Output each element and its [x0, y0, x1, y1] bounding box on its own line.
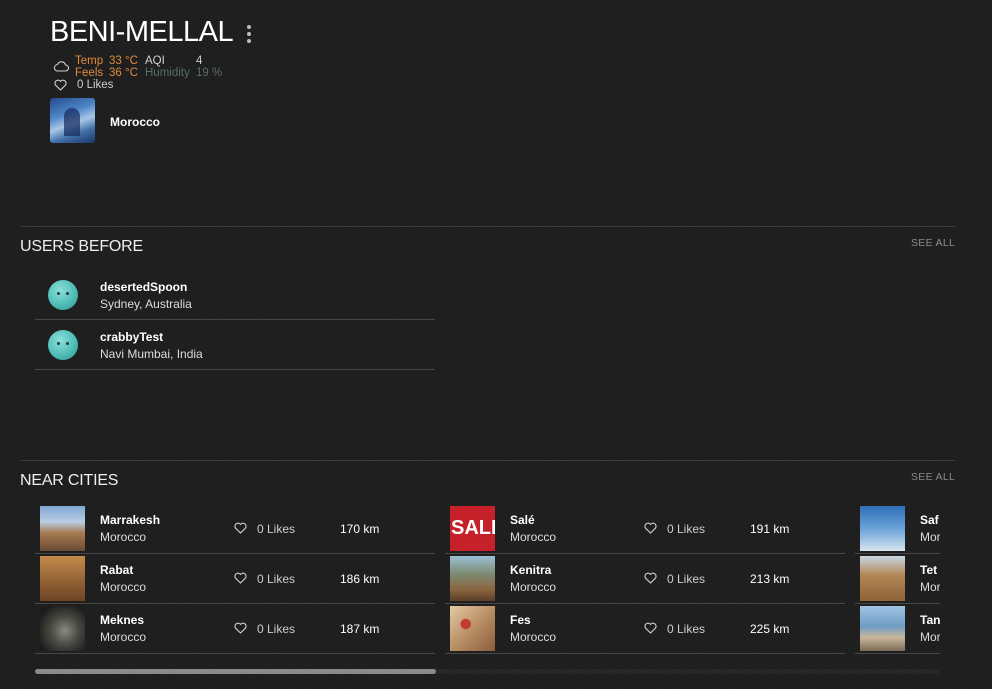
near-cities-scroller: Marrakesh Morocco 0 Likes 170 km Rabat M… [0, 0, 940, 689]
city-country: Morocco [510, 580, 557, 594]
city-distance: 191 km [750, 522, 790, 536]
city-country: Morocco [510, 630, 557, 644]
city-name: Fes [510, 613, 531, 627]
city-name: Tet [920, 563, 938, 577]
city-name: Kenitra [510, 563, 552, 577]
city-likes: 0 Likes [667, 572, 706, 586]
city-name: Saf [920, 513, 939, 527]
city-thumbnail [40, 556, 85, 601]
heart-icon[interactable] [644, 622, 657, 634]
city-row[interactable]: Rabat Morocco 0 Likes 186 km [35, 554, 435, 604]
city-thumbnail [860, 506, 905, 551]
city-row[interactable]: Tan Mor [855, 604, 940, 654]
heart-icon[interactable] [644, 522, 657, 534]
city-distance: 187 km [340, 622, 380, 636]
city-likes: 0 Likes [257, 522, 296, 536]
city-name: Salé [510, 513, 535, 527]
city-country: Mor [920, 630, 940, 644]
city-distance: 186 km [340, 572, 380, 586]
city-name: Marrakesh [100, 513, 161, 527]
city-name: Tan [920, 613, 940, 627]
city-row[interactable]: Saf Mor [855, 504, 940, 554]
city-country: Morocco [100, 580, 147, 594]
city-row[interactable]: Tet Mor [855, 554, 940, 604]
city-likes: 0 Likes [667, 622, 706, 636]
city-distance: 213 km [750, 572, 790, 586]
city-row[interactable]: SALE Salé Morocco 0 Likes 191 km [445, 504, 845, 554]
city-thumbnail [860, 556, 905, 601]
city-likes: 0 Likes [257, 622, 296, 636]
heart-icon[interactable] [234, 622, 247, 634]
row-divider [855, 653, 940, 654]
city-row[interactable]: Marrakesh Morocco 0 Likes 170 km [35, 504, 435, 554]
heart-icon[interactable] [234, 522, 247, 534]
heart-icon[interactable] [234, 572, 247, 584]
city-likes: 0 Likes [667, 522, 706, 536]
city-distance: 225 km [750, 622, 790, 636]
city-country: Morocco [100, 630, 147, 644]
city-country: Morocco [510, 530, 557, 544]
city-name: Rabat [100, 563, 134, 577]
city-country: Morocco [100, 530, 147, 544]
heart-icon[interactable] [644, 572, 657, 584]
city-thumbnail [40, 606, 85, 651]
row-divider [445, 653, 845, 654]
horizontal-scrollbar-thumb[interactable] [35, 669, 436, 674]
city-thumbnail: SALE [450, 506, 495, 551]
city-thumbnail [860, 606, 905, 651]
city-thumbnail [40, 506, 85, 551]
city-distance: 170 km [340, 522, 380, 536]
city-likes: 0 Likes [257, 572, 296, 586]
city-country: Mor [920, 530, 940, 544]
city-row[interactable]: Kenitra Morocco 0 Likes 213 km [445, 554, 845, 604]
city-name: Meknes [100, 613, 145, 627]
thumbnail-text: SALE [451, 517, 495, 539]
city-thumbnail [450, 606, 495, 651]
city-row[interactable]: Fes Morocco 0 Likes 225 km [445, 604, 845, 654]
row-divider [35, 653, 435, 654]
city-row[interactable]: Meknes Morocco 0 Likes 187 km [35, 604, 435, 654]
city-thumbnail [450, 556, 495, 601]
city-country: Mor [920, 580, 940, 594]
